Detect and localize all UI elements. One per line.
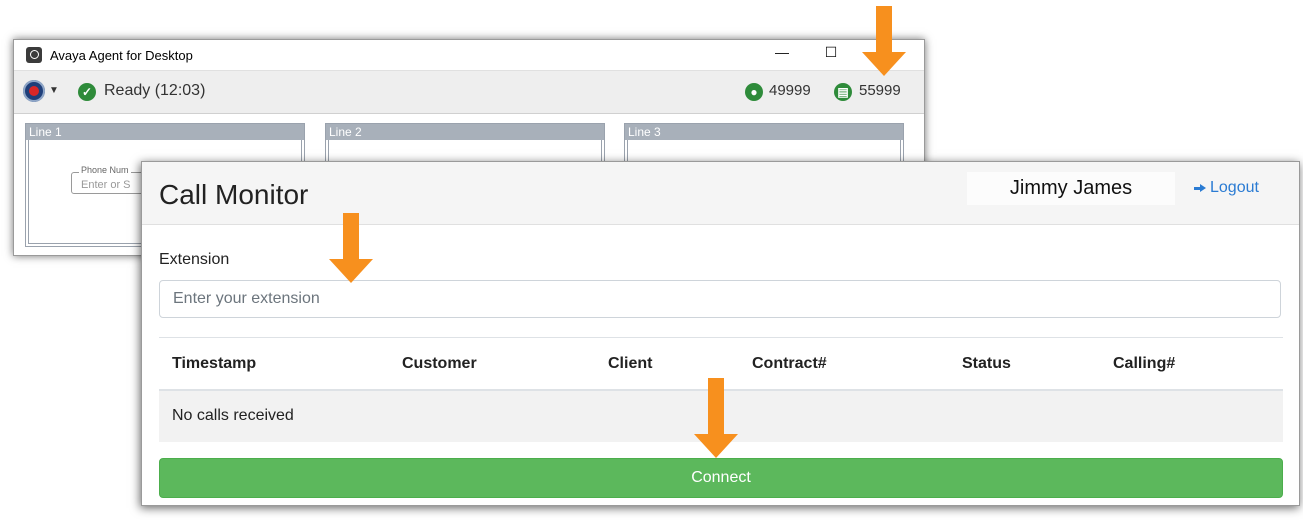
chevron-down-icon[interactable]: ▼: [49, 85, 59, 96]
agent-toolbar: ▼ ✓ Ready (12:03) ● 49999 ▤ 55999: [14, 70, 924, 114]
extension-icon: ▤: [834, 83, 852, 101]
agent-status[interactable]: Ready (12:03): [104, 82, 205, 100]
station-extension: 55999: [859, 82, 901, 99]
column-timestamp: Timestamp: [172, 355, 257, 372]
column-calling: Calling#: [1113, 355, 1176, 372]
maximize-button[interactable]: ☐: [817, 44, 845, 61]
logout-link[interactable]: Logout: [1194, 179, 1259, 197]
line-label: Line 2: [326, 124, 604, 140]
window-titlebar: Avaya Agent for Desktop — ☐: [14, 40, 924, 70]
arrow-head: [329, 259, 373, 283]
logout-icon: [1194, 182, 1206, 194]
line-label: Line 3: [625, 124, 903, 140]
arrow-shaft: [708, 378, 724, 436]
arrow-shaft: [343, 213, 359, 261]
arrow-head: [694, 434, 738, 458]
phone-number-placeholder: Enter or S: [81, 179, 131, 191]
ready-check-icon: ✓: [78, 83, 96, 101]
column-contract: Contract#: [752, 355, 827, 372]
arrow-head: [862, 52, 906, 76]
empty-message: No calls received: [172, 407, 294, 424]
window-title: Avaya Agent for Desktop: [50, 47, 193, 63]
annotation-arrow-icon: [329, 213, 373, 283]
column-client: Client: [608, 355, 653, 372]
page-title: Call Monitor: [159, 179, 309, 210]
arrow-shaft: [876, 6, 892, 54]
call-monitor-header: Call Monitor Jimmy James Logout: [142, 162, 1299, 225]
logout-label: Logout: [1210, 179, 1259, 196]
minimize-button[interactable]: —: [768, 44, 796, 60]
extension-input[interactable]: [159, 280, 1281, 318]
agent-menu-icon[interactable]: [23, 80, 45, 102]
annotation-arrow-icon: [694, 378, 738, 458]
agent-id: 49999: [769, 82, 811, 99]
connect-button[interactable]: Connect: [159, 458, 1283, 498]
user-name: Jimmy James: [967, 172, 1175, 205]
column-customer: Customer: [402, 355, 477, 372]
user-icon: ●: [745, 83, 763, 101]
avaya-app-icon: [26, 47, 42, 63]
column-status: Status: [962, 355, 1011, 372]
extension-label: Extension: [159, 251, 230, 268]
phone-number-label: Phone Num: [79, 165, 131, 175]
annotation-arrow-icon: [862, 6, 906, 76]
line-label: Line 1: [26, 124, 304, 140]
